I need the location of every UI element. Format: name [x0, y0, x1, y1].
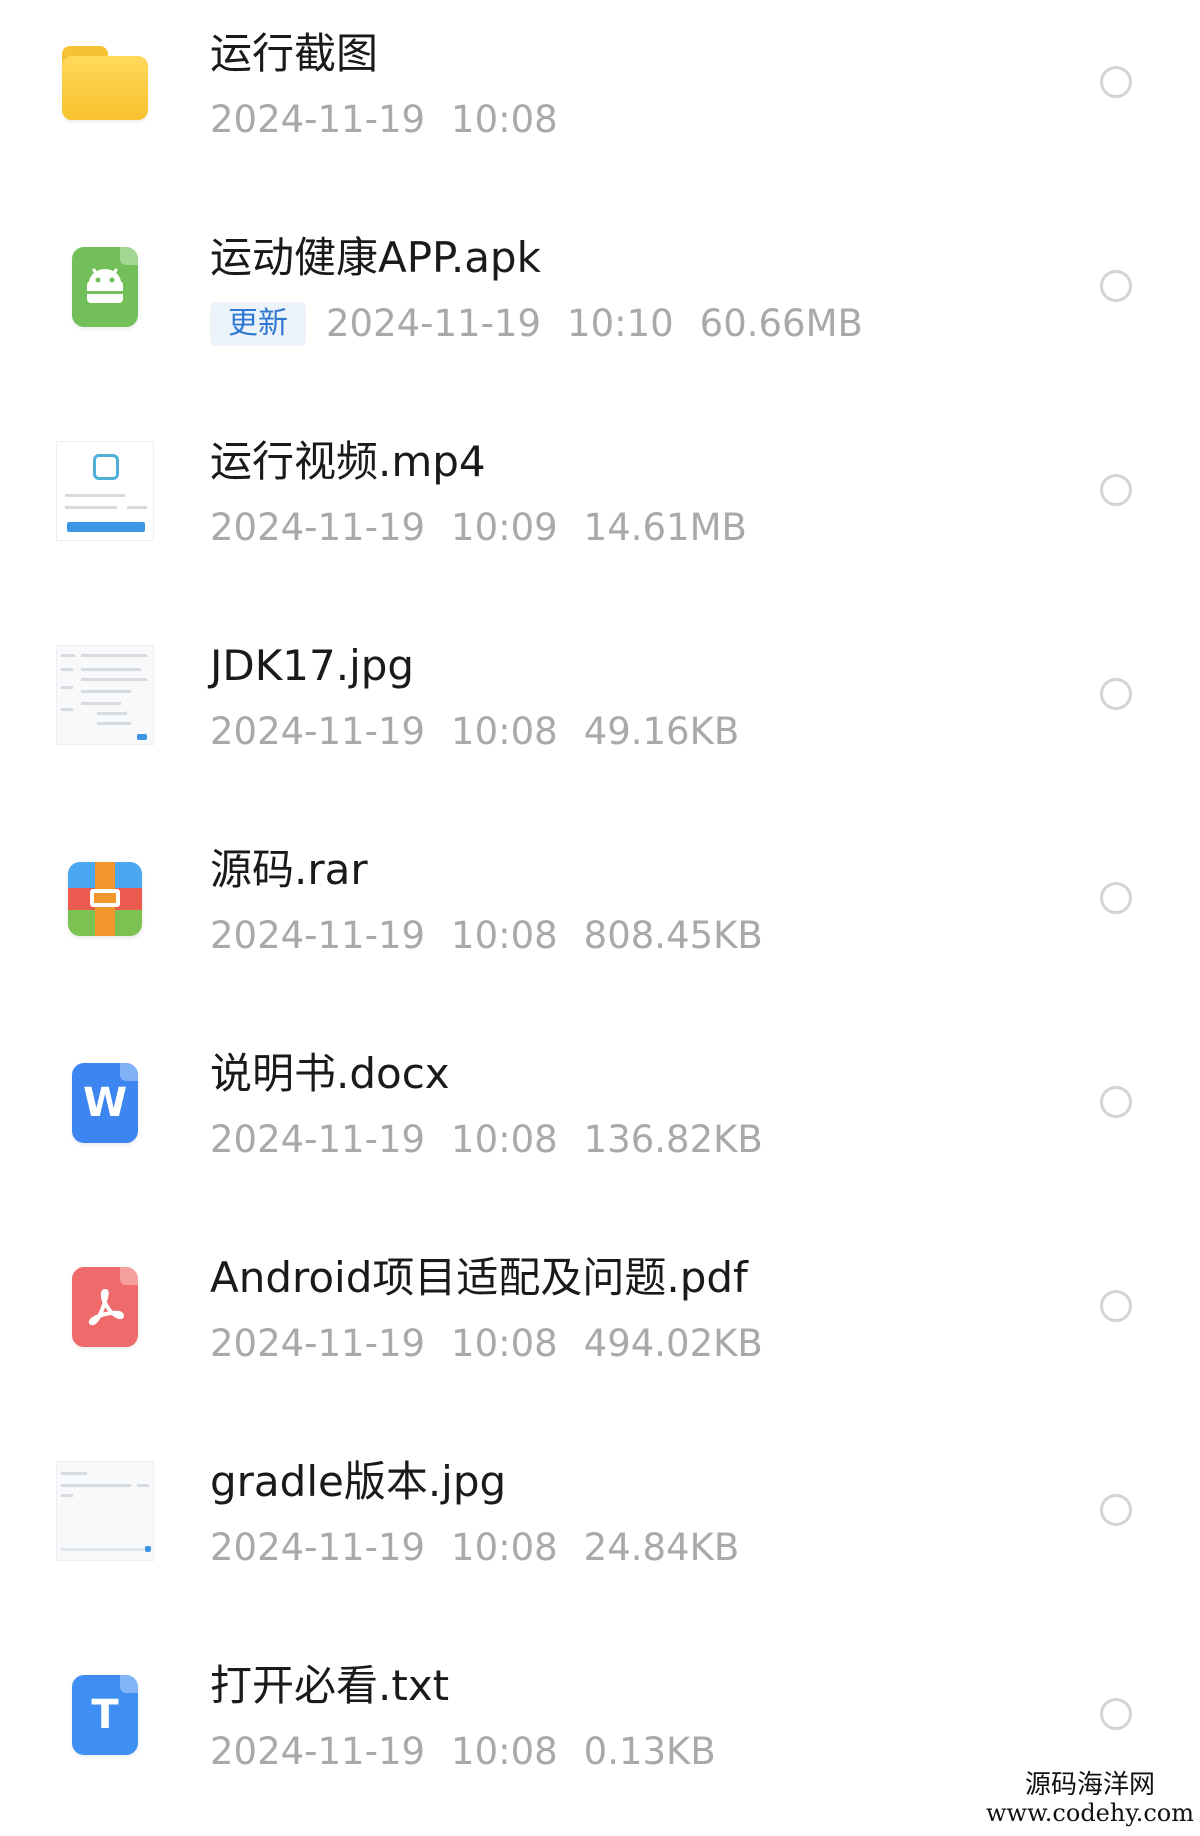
- file-row-archive[interactable]: 源码.rar 2024-11-19 10:08 808.45KB: [0, 816, 1200, 1020]
- file-size: 49.16KB: [583, 710, 740, 753]
- file-date: 2024-11-19: [210, 710, 426, 753]
- update-badge[interactable]: 更新: [210, 302, 306, 346]
- file-meta: 2024-11-19 10:08 494.02KB: [210, 1320, 789, 1368]
- file-meta: 2024-11-19 10:09 14.61MB: [210, 504, 773, 552]
- file-size: 14.61MB: [583, 506, 747, 549]
- file-time: 10:10: [567, 302, 674, 345]
- select-radio[interactable]: [1100, 1494, 1132, 1526]
- file-meta: 2024-11-19 10:08 24.84KB: [210, 1524, 765, 1572]
- word-doc-icon: W: [50, 1048, 160, 1158]
- file-row-docx[interactable]: W 说明书.docx 2024-11-19 10:08 136.82KB: [0, 1020, 1200, 1224]
- file-name: JDK17.jpg: [210, 641, 415, 690]
- file-name: 打开必看.txt: [210, 1661, 450, 1710]
- text-file-icon: T: [50, 1660, 160, 1770]
- select-radio[interactable]: [1100, 474, 1132, 506]
- file-row-gradle-image[interactable]: gradle版本.jpg 2024-11-19 10:08 24.84KB: [0, 1428, 1200, 1632]
- file-time: 10:09: [451, 506, 558, 549]
- select-radio[interactable]: [1100, 270, 1132, 302]
- file-time: 10:08: [451, 914, 558, 957]
- select-radio[interactable]: [1100, 678, 1132, 710]
- file-date: 2024-11-19: [210, 914, 426, 957]
- file-size: 808.45KB: [583, 914, 763, 957]
- image-thumbnail: [50, 1456, 160, 1566]
- file-date: 2024-11-19: [210, 1526, 426, 1569]
- file-time: 10:08: [451, 1118, 558, 1161]
- file-size: 24.84KB: [583, 1526, 740, 1569]
- file-meta: 2024-11-19 10:08 808.45KB: [210, 912, 789, 960]
- image-thumbnail: [50, 640, 160, 750]
- file-name: 运行视频.mp4: [210, 437, 486, 486]
- word-glyph: W: [82, 1080, 128, 1126]
- file-name: Android项目适配及问题.pdf: [210, 1253, 748, 1302]
- file-date: 2024-11-19: [210, 1322, 426, 1365]
- select-radio[interactable]: [1100, 1290, 1132, 1322]
- file-date: 2024-11-19: [210, 98, 426, 141]
- file-meta: 2024-11-19 10:08: [210, 96, 584, 144]
- file-meta: 2024-11-19 10:08 136.82KB: [210, 1116, 789, 1164]
- file-name: 运动健康APP.apk: [210, 233, 541, 282]
- file-date: 2024-11-19: [210, 1118, 426, 1161]
- folder-icon: [50, 28, 160, 138]
- text-glyph: T: [91, 1692, 119, 1738]
- watermark: 源码海洋网 www.codehy.com: [986, 1771, 1194, 1826]
- file-row-screenshots-folder[interactable]: 运行截图 2024-11-19 10:08: [0, 0, 1200, 204]
- file-size: 0.13KB: [583, 1730, 716, 1773]
- file-meta: 2024-11-19 10:08 0.13KB: [210, 1728, 742, 1776]
- file-time: 10:08: [451, 98, 558, 141]
- file-name: 说明书.docx: [210, 1049, 450, 1098]
- select-radio[interactable]: [1100, 1698, 1132, 1730]
- file-meta: 更新 2024-11-19 10:10 60.66MB: [210, 300, 889, 348]
- file-name: 运行截图: [210, 29, 379, 78]
- file-size: 136.82KB: [583, 1118, 763, 1161]
- file-time: 10:08: [451, 1322, 558, 1365]
- watermark-url: www.codehy.com: [986, 1798, 1194, 1827]
- watermark-title: 源码海洋网: [1025, 1770, 1156, 1801]
- select-radio[interactable]: [1100, 1086, 1132, 1118]
- file-row-pdf[interactable]: Android项目适配及问题.pdf 2024-11-19 10:08 494.…: [0, 1224, 1200, 1428]
- select-radio[interactable]: [1100, 66, 1132, 98]
- archive-icon: [50, 844, 160, 954]
- file-time: 10:08: [451, 1730, 558, 1773]
- file-row-video[interactable]: 运行视频.mp4 2024-11-19 10:09 14.61MB: [0, 408, 1200, 612]
- file-time: 10:08: [451, 710, 558, 753]
- android-icon: [87, 268, 123, 303]
- file-row-jdk-image[interactable]: JDK17.jpg 2024-11-19 10:08 49.16KB: [0, 612, 1200, 816]
- video-thumbnail: [50, 436, 160, 546]
- acrobat-icon: [88, 1289, 124, 1326]
- file-time: 10:08: [451, 1526, 558, 1569]
- android-apk-icon: [50, 232, 160, 342]
- file-row-apk[interactable]: 运动健康APP.apk 更新 2024-11-19 10:10 60.66MB: [0, 204, 1200, 408]
- file-list: 运行截图 2024-11-19 10:08 运动健康APP.apk 更新 202…: [0, 0, 1200, 1830]
- file-date: 2024-11-19: [210, 1730, 426, 1773]
- file-name: gradle版本.jpg: [210, 1457, 507, 1506]
- file-date: 2024-11-19: [326, 302, 542, 345]
- file-meta: 2024-11-19 10:08 49.16KB: [210, 708, 765, 756]
- file-date: 2024-11-19: [210, 506, 426, 549]
- pdf-icon: [50, 1252, 160, 1362]
- select-radio[interactable]: [1100, 882, 1132, 914]
- file-size: 60.66MB: [699, 302, 863, 345]
- file-name: 源码.rar: [210, 845, 368, 894]
- file-size: 494.02KB: [583, 1322, 763, 1365]
